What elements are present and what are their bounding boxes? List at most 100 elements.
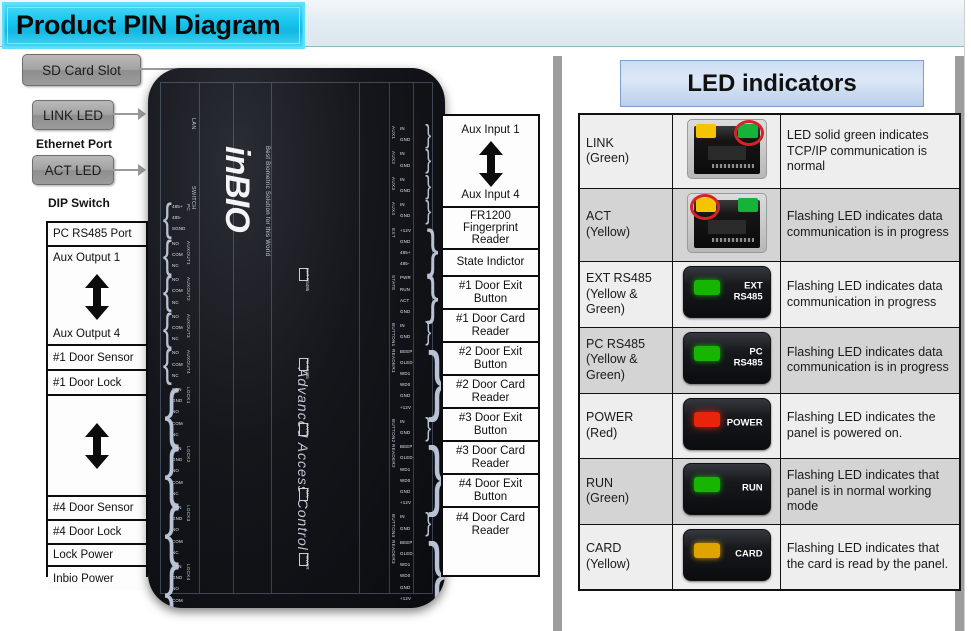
board-pin-label: GND [400, 393, 411, 399]
inbio-logo: inBIO [218, 146, 256, 232]
board-pin-group-label: LOCK4 [186, 564, 191, 581]
board-pin-brace: { [164, 495, 180, 567]
board-pin-label: 485+ [400, 250, 411, 255]
board-pin-group-label: PC [186, 204, 191, 211]
board-pin-label: NC [172, 299, 179, 305]
board-pin-label: WD0 [400, 382, 411, 388]
callout-label: SD Card Slot [42, 62, 121, 78]
led-indicator-icon: RUN [682, 463, 771, 516]
board-pin-label: NO [172, 277, 179, 283]
led-row-icon-cell: RUN [672, 458, 781, 525]
pin-label-aux-output-1: Aux Output 1 [48, 247, 146, 269]
board-pin-group-label: AUX3 [391, 176, 396, 190]
pin-label-door4-card-reader: #4 Door Card Reader [443, 508, 538, 541]
board-pin-label: WD1 [400, 466, 411, 472]
board-pin-label: +12V [400, 500, 412, 506]
pin-label-door1-card-reader: #1 Door Card Reader [443, 310, 538, 343]
link-green-led-icon [737, 197, 758, 212]
led-row-icon-cell: CARD [672, 523, 781, 591]
led-row-icon-cell: POWER [672, 392, 781, 460]
board-pin-label: IN [400, 151, 405, 157]
board-label-lan: LAN [190, 118, 196, 130]
led-table-row: LINK (Green) LED solid green indicates TCP… [578, 114, 961, 189]
board-pin-brace: } [425, 121, 432, 149]
pin-label-state-indicator: State Indictor [443, 250, 538, 277]
led-silkscreen-label: CARD [735, 548, 763, 560]
board-pin-label: GND [400, 162, 411, 168]
aux-output-range-arrow [48, 269, 146, 324]
led-row-name: LINK (Green) [578, 114, 674, 189]
board-pin-group-label: AUXOUT3 [186, 313, 191, 338]
panel-divider [553, 56, 562, 631]
board-led-ext-rs485-label: EXT RS485 [305, 268, 310, 292]
board-pin-label: GND [400, 309, 411, 314]
led-lamp-icon [693, 411, 720, 427]
board-led-power-label: POWER [305, 553, 310, 570]
led-row-icon-cell: EXT RS485 [672, 261, 781, 328]
board-pin-label: NO [172, 240, 179, 246]
callout-act-led[interactable]: ACT LED [32, 155, 114, 185]
highlight-ring-icon [733, 120, 764, 146]
act-yellow-led-icon [695, 124, 716, 138]
led-table-row: EXT RS485 (Yellow & Green) EXT RS485 Flashin… [578, 261, 961, 328]
led-row-icon-cell [672, 114, 781, 189]
double-arrow-icon [85, 422, 109, 469]
board-pin-label: IN [400, 176, 405, 182]
led-indicator-icon: EXT RS485 [682, 266, 771, 319]
board-led-run-label: RUN [305, 488, 310, 498]
board-pin-brace: } [425, 146, 432, 175]
led-table-row: RUN (Green) RUN Flashing LED indicates that… [578, 458, 961, 525]
board-pin-label: SGND [172, 226, 186, 232]
board-pin-group-label: BUTTON3 [391, 514, 396, 538]
led-silkscreen-label: POWER [726, 417, 763, 429]
board-pin-brace: { [162, 233, 172, 277]
board-pin-brace: { [164, 554, 180, 608]
ethernet-port-icon [686, 119, 767, 179]
board-pin-brace: } [426, 266, 439, 325]
board-pin-group-label: AUX2 [391, 151, 396, 165]
aux-input-range-arrow [443, 141, 538, 187]
board-pin-brace: } [425, 171, 432, 200]
led-indicators-heading-text: LED indicators [687, 69, 857, 97]
board-pin-brace: { [164, 377, 180, 449]
board-pin-label: COM [172, 361, 183, 367]
led-row-description: Flashing LED indicates data communicatio… [779, 187, 961, 263]
board-pin-label: COM [172, 325, 183, 330]
right-pin-label-stack: Aux Input 1 Aux Input 4 FR1200 Fingerpri… [441, 114, 540, 577]
board-pin-label: 485+ [172, 204, 183, 209]
pin-label-inbio-power: Inbio Power [48, 567, 146, 591]
board-pin-group-label: BUTTON1 [391, 323, 396, 347]
board-pin-label: GND [400, 584, 411, 590]
led-indicator-icon: CARD [682, 528, 771, 581]
led-lamp-icon [693, 542, 720, 558]
board-pin-brace: } [426, 218, 439, 277]
pin-label-door3-exit-button: #3 Door Exit Button [443, 409, 538, 442]
pin-label-door3-card-reader: #3 Door Card Reader [443, 442, 538, 475]
board-pin-group-label: LOCK1 [186, 387, 191, 404]
board-pin-label: IN [400, 202, 405, 208]
board-pin-label: 485- [172, 215, 182, 221]
kotech-watermark: KOTECH [208, 603, 410, 608]
board-pin-label: WD1 [400, 371, 411, 376]
inbio-control-panel-board: inBIO Best Biometric Solution for this W… [148, 68, 445, 608]
board-pin-label: GLED [400, 551, 413, 556]
board-pin-label: IN [400, 126, 405, 131]
board-pin-label: IN [400, 514, 405, 520]
led-table-row: POWER (Red) POWER Flashing LED indicates th… [578, 392, 961, 460]
pin-label-pc-rs485: PC RS485 Port [48, 223, 146, 247]
board-pin-label: WD0 [400, 477, 411, 483]
led-lamp-icon [693, 345, 720, 361]
leader-act-led [112, 169, 140, 171]
pin-label-aux-output-4: Aux Output 4 [48, 324, 146, 346]
board-pin-label: GND [400, 525, 411, 531]
board-pin-group-label: STATE [391, 275, 396, 292]
board-pin-label: GLED [400, 455, 413, 461]
board-pin-label: BEEP [400, 444, 413, 450]
board-pin-group-label: READER1 [391, 348, 396, 373]
callout-link-led[interactable]: LINK LED [32, 100, 114, 130]
board-led-pc-rs485-label: PC RS485 [305, 358, 310, 379]
callout-sd-card-slot[interactable]: SD Card Slot [22, 54, 141, 86]
board-pin-label: IN [400, 418, 405, 424]
highlight-ring-icon [689, 193, 720, 220]
led-indicators-heading: LED indicators [620, 60, 924, 107]
